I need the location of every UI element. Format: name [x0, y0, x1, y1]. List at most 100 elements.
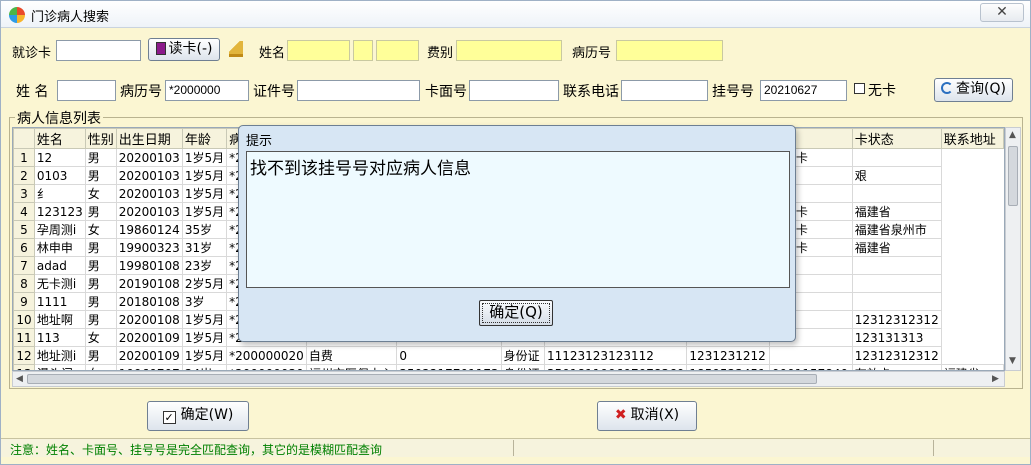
- status-note: 注意：姓名、卡面号、挂号号是完全匹配查询，其它的是模糊匹配查询: [10, 443, 383, 457]
- name-label: 姓 名: [16, 84, 49, 100]
- row-number: 12: [13, 346, 35, 365]
- id-label: 证件号: [253, 84, 295, 100]
- cancel-label: 取消(X): [630, 407, 680, 423]
- id-input[interactable]: [297, 80, 420, 101]
- table-cell: 1111: [33, 292, 86, 311]
- vertical-scroll-thumb[interactable]: [1008, 146, 1018, 206]
- phone-label: 联系电话: [563, 84, 619, 100]
- table-cell: 31岁: [181, 238, 228, 257]
- table-cell: adad: [33, 256, 86, 275]
- table-cell: 12312312312: [851, 346, 942, 365]
- table-cell: 艰: [851, 166, 942, 185]
- table-cell: 男: [84, 202, 117, 221]
- no-card-checkbox[interactable]: [854, 83, 865, 94]
- table-cell: 福建省: [851, 202, 942, 221]
- row-number: 11: [13, 328, 35, 347]
- read-card-label: 读卡(-): [168, 41, 213, 57]
- table-cell: 23岁: [181, 256, 228, 275]
- name-field-3[interactable]: [376, 40, 419, 61]
- name-input[interactable]: [57, 80, 116, 101]
- phone-input[interactable]: [621, 80, 708, 101]
- table-cell: *200000020: [226, 346, 307, 365]
- dialog-ok-button[interactable]: 确定(Q): [479, 300, 553, 326]
- ok-button[interactable]: ✓ 确定(W): [147, 401, 249, 431]
- col-header-name[interactable]: 姓名: [33, 128, 86, 149]
- table-cell: 1231231212: [686, 346, 770, 365]
- scroll-right-icon[interactable]: ▶: [992, 374, 999, 384]
- close-button[interactable]: ✕: [980, 3, 1024, 22]
- name-field-1[interactable]: [287, 40, 350, 61]
- row-number: 4: [13, 202, 35, 221]
- table-cell: 1岁5月: [181, 166, 228, 185]
- record-label: 病历号: [120, 84, 162, 100]
- table-cell: 1岁5月: [181, 202, 228, 221]
- table-cell: 男: [84, 310, 117, 329]
- row-number: 5: [13, 220, 35, 239]
- status-pane-2: [513, 440, 514, 456]
- table-cell: [851, 148, 942, 167]
- reg-input[interactable]: 20210627: [760, 80, 847, 101]
- no-card-label: 无卡: [868, 83, 896, 99]
- record-field-top[interactable]: [616, 40, 723, 61]
- table-cell: 1岁5月: [181, 148, 228, 167]
- col-header-address[interactable]: 联系地址: [940, 128, 1004, 149]
- row-number: 1: [13, 148, 35, 167]
- table-cell: 男: [84, 148, 117, 167]
- title-bar: 门诊病人搜索 ✕: [1, 1, 1030, 28]
- table-cell: 1岁5月: [181, 328, 228, 347]
- refresh-icon: [941, 82, 954, 94]
- table-cell: 0: [396, 346, 502, 365]
- card-reader-icon: [155, 42, 166, 55]
- read-card-button[interactable]: 读卡(-): [148, 38, 220, 61]
- table-cell: 男: [84, 166, 117, 185]
- table-cell: 20200108: [115, 310, 183, 329]
- scroll-left-icon[interactable]: ◀: [16, 374, 23, 384]
- horizontal-scroll-thumb[interactable]: [27, 374, 817, 384]
- table-cell: 3岁: [181, 292, 228, 311]
- col-header-birthdate[interactable]: 出生日期: [115, 128, 183, 149]
- card-face-input[interactable]: [469, 80, 559, 101]
- name-field-2[interactable]: [353, 40, 373, 61]
- scroll-down-icon[interactable]: ▼: [1009, 356, 1016, 366]
- col-header-card-status[interactable]: 卡状态: [851, 128, 942, 149]
- table-cell: 1岁5月: [181, 346, 228, 365]
- name-label-top: 姓名: [259, 46, 286, 61]
- table-cell: 11123123123112: [543, 346, 688, 365]
- record-input[interactable]: *2000000: [165, 80, 249, 101]
- fee-field[interactable]: [456, 40, 562, 61]
- row-number: 10: [13, 310, 35, 329]
- table-cell: [851, 274, 942, 293]
- horizontal-scrollbar[interactable]: ◀ ▶: [12, 371, 1005, 387]
- col-header-age[interactable]: 年龄: [181, 128, 228, 149]
- table-cell: 女: [84, 184, 117, 203]
- clear-broom-button[interactable]: [226, 39, 248, 60]
- fee-label: 费别: [427, 46, 454, 61]
- table-cell: 男: [84, 256, 117, 275]
- patient-list-title: 病人信息列表: [15, 108, 103, 128]
- table-cell: 123123: [33, 202, 86, 221]
- card-input[interactable]: [56, 40, 141, 61]
- table-cell: 0103: [33, 166, 86, 185]
- table-cell: 林申申: [33, 238, 86, 257]
- cancel-button[interactable]: ✖ 取消(X): [597, 401, 697, 431]
- row-number: 6: [13, 238, 35, 257]
- row-number: 3: [13, 184, 35, 203]
- table-cell: 19980108: [115, 256, 183, 275]
- vertical-scrollbar[interactable]: ▲ ▼: [1005, 127, 1021, 371]
- cancel-x-icon: ✖: [614, 407, 627, 423]
- table-row[interactable]: 12 地址测i 男 20200109 1岁5月 *200000020 自费 0 身份证 11123…: [13, 346, 1004, 365]
- table-cell: 男: [84, 292, 117, 311]
- query-button[interactable]: 查询(Q): [934, 78, 1013, 102]
- table-cell: 1岁5月: [181, 184, 228, 203]
- table-cell: 身份证: [500, 346, 545, 365]
- table-cell: 福建省: [851, 238, 942, 257]
- scroll-up-icon[interactable]: ▲: [1009, 130, 1016, 140]
- ok-label: 确定(W): [180, 407, 234, 423]
- card-face-label: 卡面号: [425, 84, 467, 100]
- table-cell: 1岁5月: [181, 310, 228, 329]
- table-cell: 20190108: [115, 274, 183, 293]
- corner-header: [13, 128, 35, 149]
- col-header-gender[interactable]: 性别: [84, 128, 117, 149]
- table-cell: 男: [84, 238, 117, 257]
- table-cell: 12312312312: [851, 310, 942, 329]
